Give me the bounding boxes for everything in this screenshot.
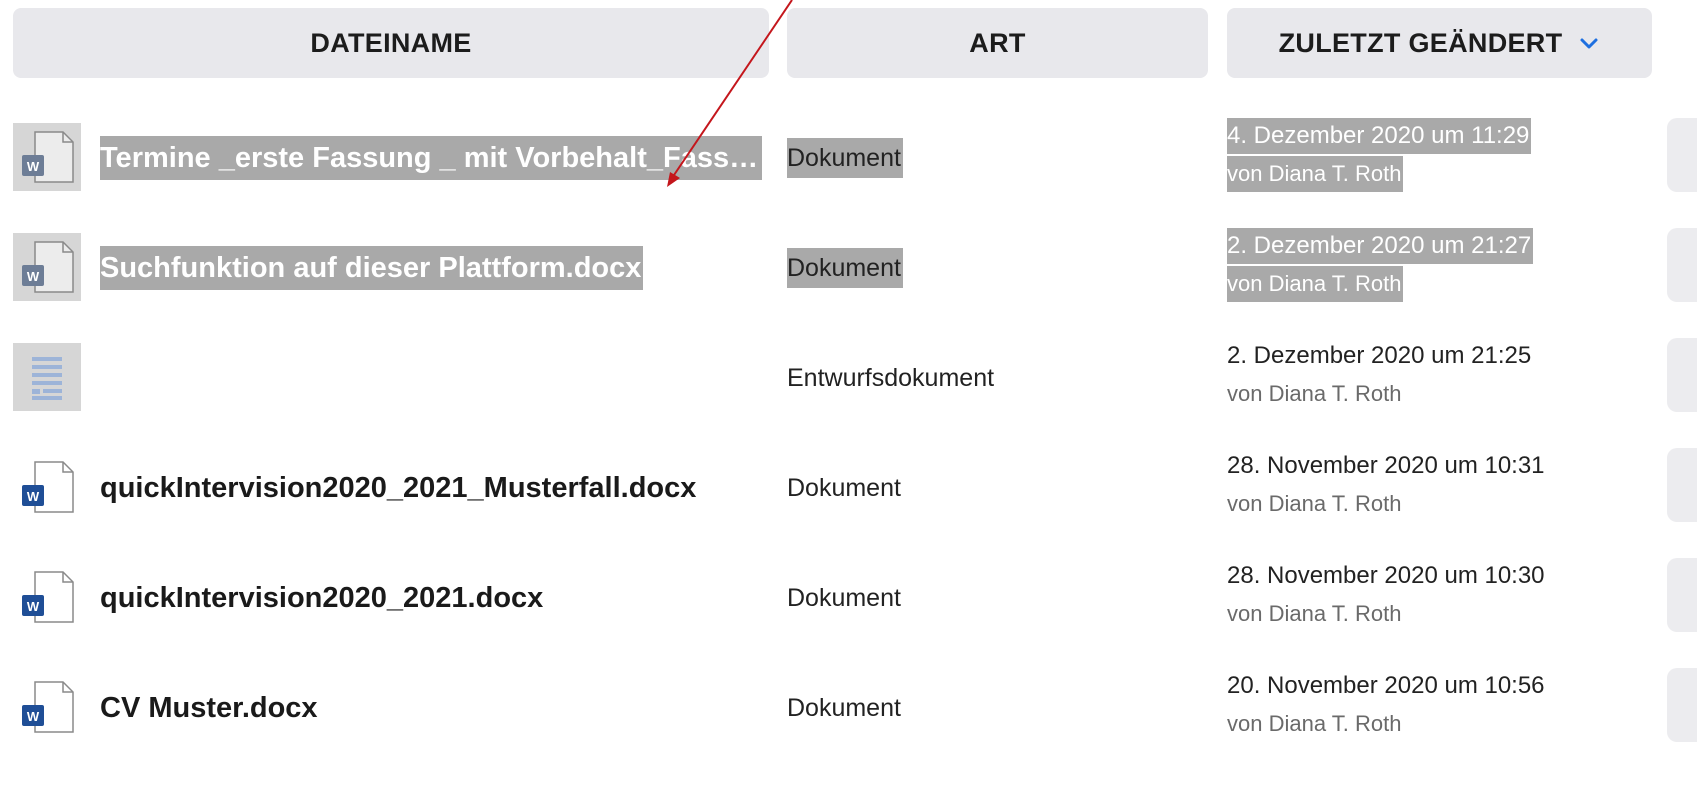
file-type: Dokument [787, 584, 901, 612]
file-row[interactable]: W quickIntervision2020_2021_Musterfall.d… [0, 426, 1697, 536]
column-header-type[interactable]: ART [787, 8, 1208, 78]
modified-date: 2. Dezember 2020 um 21:25 [1227, 342, 1532, 369]
column-header-modified[interactable]: ZULETZT GEÄNDERT [1227, 8, 1652, 78]
modified-by: von Diana T. Roth [1227, 711, 1402, 736]
word-doc-icon: W [13, 563, 81, 631]
file-name[interactable]: quickIntervision2020_2021.docx [100, 576, 545, 620]
column-header-filename-label: DATEINAME [310, 27, 472, 58]
modified-by: von Diana T. Roth [1227, 491, 1402, 516]
modified-date: 4. Dezember 2020 um 11:29 [1227, 118, 1532, 154]
word-doc-icon: W [13, 673, 81, 741]
file-type: Dokument [787, 474, 901, 502]
file-row[interactable]: W quickIntervision2020_2021.docx Dokumen… [0, 536, 1697, 646]
column-header-filename[interactable]: DATEINAME [13, 8, 769, 78]
file-name[interactable]: Suchfunktion auf dieser Plattform.docx [100, 246, 644, 290]
file-row[interactable]: W Termine _erste Fassung _ mit Vorbehalt… [0, 96, 1697, 206]
file-row[interactable]: Entwurfsdokument 2. Dezember 2020 um 21:… [0, 316, 1697, 426]
svg-text:W: W [27, 709, 40, 724]
file-name[interactable]: Termine _erste Fassung _ mit Vorbehalt_F… [100, 136, 762, 180]
modified-date: 28. November 2020 um 10:30 [1227, 562, 1545, 589]
word-doc-icon: W [13, 123, 81, 191]
row-action-button[interactable] [1667, 448, 1697, 522]
word-doc-icon: W [13, 233, 81, 301]
word-doc-icon: W [13, 453, 81, 521]
file-type: Entwurfsdokument [787, 364, 995, 392]
modified-by: von Diana T. Roth [1227, 156, 1404, 192]
svg-text:W: W [27, 599, 40, 614]
file-name[interactable]: CV Muster.docx [100, 686, 320, 730]
column-header-type-label: ART [969, 27, 1026, 58]
file-type: Dokument [787, 138, 903, 178]
modified-date: 28. November 2020 um 10:31 [1227, 452, 1545, 479]
file-row[interactable]: W CV Muster.docx Dokument 20. November 2… [0, 646, 1697, 756]
row-action-button[interactable] [1667, 228, 1697, 302]
row-action-button[interactable] [1667, 668, 1697, 742]
file-list-view: DATEINAME ART ZULETZT GEÄNDERT W Termine… [0, 0, 1697, 786]
svg-text:W: W [27, 489, 40, 504]
column-header-modified-label: ZULETZT GEÄNDERT [1278, 27, 1563, 58]
svg-text:W: W [27, 159, 40, 174]
row-action-button[interactable] [1667, 118, 1697, 192]
row-action-button[interactable] [1667, 338, 1697, 412]
draft-doc-icon [13, 343, 81, 411]
file-type: Dokument [787, 248, 903, 288]
file-row[interactable]: W Suchfunktion auf dieser Plattform.docx… [0, 206, 1697, 316]
modified-date: 20. November 2020 um 10:56 [1227, 672, 1545, 699]
row-action-button[interactable] [1667, 558, 1697, 632]
chevron-down-icon [1580, 38, 1598, 49]
file-type: Dokument [787, 694, 901, 722]
modified-date: 2. Dezember 2020 um 21:27 [1227, 228, 1534, 264]
modified-by: von Diana T. Roth [1227, 601, 1402, 626]
modified-by: von Diana T. Roth [1227, 266, 1404, 302]
svg-text:W: W [27, 269, 40, 284]
modified-by: von Diana T. Roth [1227, 381, 1402, 406]
file-name[interactable]: quickIntervision2020_2021_Musterfall.doc… [100, 466, 698, 510]
